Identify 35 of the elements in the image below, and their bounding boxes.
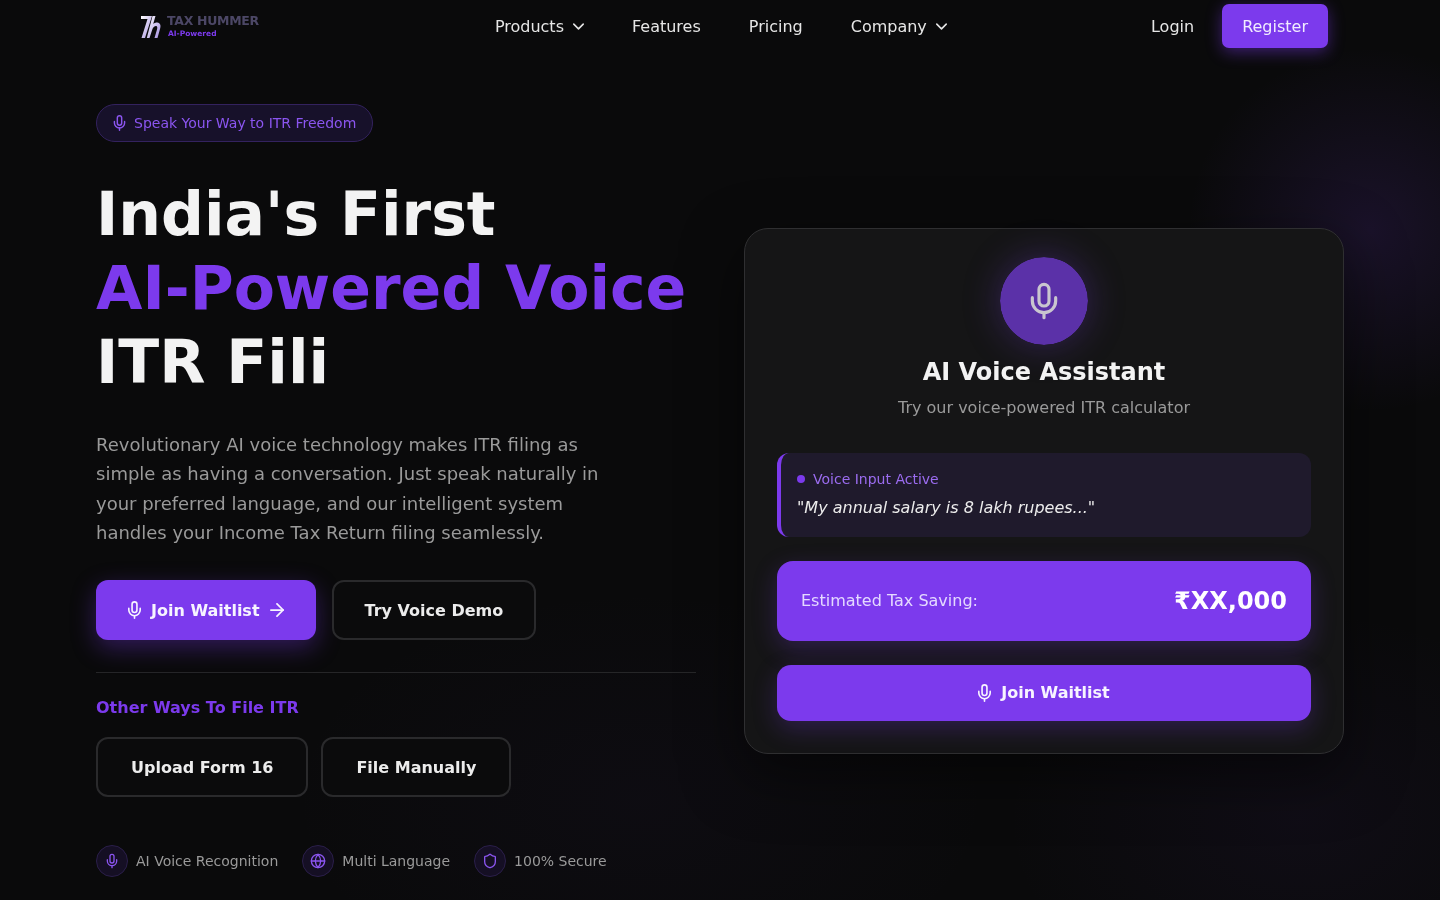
voice-transcript: "My annual salary is 8 lakh rupees..." [797,496,1097,519]
estimate-label: Estimated Tax Saving: [801,591,978,611]
nav-link[interactable]: Pricing [748,16,803,36]
feature-label: AI Voice Recognition [136,853,279,870]
mic-icon [978,683,992,702]
globe-icon [302,845,335,878]
voice-status: Voice Input Active [813,470,939,487]
hero-badge: Speak Your Way to ITR Freedom [96,104,374,142]
hero-heading: India's First AI-Powered Voice ITR Fili [96,178,688,399]
option-button[interactable]: Upload Form 16 [96,737,309,798]
feature-label: Multi Language [342,853,451,870]
register-button[interactable]: Register [1222,4,1328,48]
arrow-right-icon [269,603,284,618]
nav-dropdown[interactable]: Products [494,16,584,36]
mic-icon [113,115,126,131]
mic-icon [1000,256,1088,345]
chevron-down-icon [935,22,947,30]
mic-icon [96,845,128,878]
join-waitlist-button[interactable]: Join Waitlist [96,580,316,641]
nav-link[interactable]: Features [631,16,701,36]
estimate-value: ₹XX,000 [1174,586,1287,615]
shield-icon [474,845,507,878]
section-heading: Other Ways To File ITR [96,697,300,720]
option-button[interactable]: File Manually [321,737,512,798]
voice-demo-button[interactable]: Try Voice Demo [331,580,537,641]
hero-description: Revolutionary AI voice technology makes ITR filing as simple as having a conversation. Just speak naturally in your preferred language, and our intelligent system handles your Income Tax Return filing seamlessly. [96,433,600,545]
mic-icon [128,601,141,620]
card-title: AI Voice Assistant [922,356,1166,388]
brand-name: TAX HUMMER [167,13,259,28]
login-link[interactable]: Login [1150,16,1195,36]
nav-dropdown[interactable]: Company [850,16,947,36]
join-waitlist-button[interactable]: Join Waitlist [777,664,1311,721]
card-subtitle: Try our voice-powered ITR calculator [898,396,1190,419]
feature-label: 100% Secure [514,853,607,870]
chevron-down-icon [572,22,584,30]
